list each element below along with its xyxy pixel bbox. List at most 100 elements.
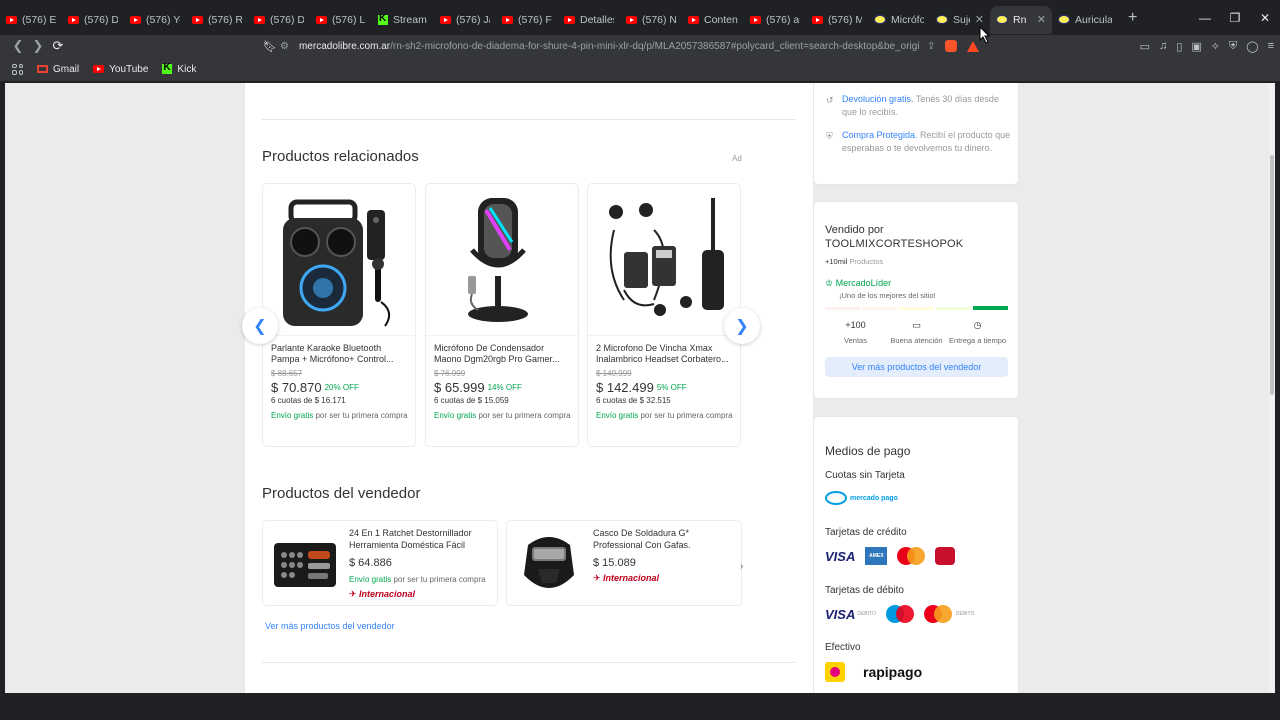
seller-more-products-button[interactable]: Ver más productos del vendedor [825,357,1008,377]
price: $ 70.870 20% OFF [271,380,359,395]
product-title[interactable]: Micrófono De Condensador Maono Dgm20rgb … [434,343,574,364]
new-tab-button[interactable]: + [1128,9,1137,27]
youtube-icon [750,15,761,24]
bookmark-icon[interactable]: 🔖︎ [263,40,277,53]
profile-icon[interactable]: ◯ [1246,40,1258,53]
carousel-prev-button[interactable]: ❮ [242,308,278,344]
product-image-welding-mask[interactable] [514,529,584,599]
installments: 6 cuotas de $ 15.059 [434,396,509,405]
cash-logos: rapipago [825,662,922,682]
mercadolider-subtitle: ¡Uno de los mejores del sitio! [839,291,936,300]
seller-product-card[interactable]: Casco De Soldadura G* Professional Con G… [506,520,742,606]
browser-tab[interactable]: (576) au [744,6,806,34]
brave-shields-icon[interactable] [945,40,958,52]
browser-tab[interactable]: (576) Yo [124,6,186,34]
scrollbar-thumb[interactable] [1270,155,1274,395]
browser-tab[interactable]: (576) DA [248,6,310,34]
discount-badge: 20% OFF [324,383,359,392]
browser-tab[interactable]: Auricula [1052,6,1118,34]
old-price: $ 88.657 [271,369,303,378]
page-scrollbar[interactable] [1269,83,1275,693]
share-icon[interactable]: ⇪ [927,41,935,52]
url-text[interactable]: mercadolibre.com.ar/rn-sh2-microfono-de-… [299,41,919,52]
browser-tab[interactable]: Rn ✕ [990,5,1052,34]
sold-by-label: Vendido por [825,224,884,236]
close-tab-icon[interactable]: ✕ [975,13,984,26]
product-image-ratchet-set[interactable] [270,529,340,599]
browser-tab[interactable]: Contenio [682,6,744,34]
seller-product-card[interactable]: 24 En 1 Ratchet Destornillador Herramien… [262,520,498,606]
close-window-icon[interactable]: ✕ [1250,11,1280,25]
shield-check-icon: ⛨ [826,131,833,141]
payment-methods-box: Medios de pago Cuotas sin Tarjeta mercad… [813,416,1019,693]
product-title[interactable]: 24 En 1 Ratchet Destornillador Herramien… [349,527,494,551]
wallet-icon[interactable]: ▣ [1191,40,1201,53]
browser-tab[interactable]: (576) Fo [496,6,558,34]
related-products-title: Productos relacionados [262,148,419,165]
payment-title: Medios de pago [825,444,911,458]
bookmark-kick[interactable]: Kick [162,62,196,75]
metric-sales: +100 Ventas [844,320,867,345]
browser-tab[interactable]: (576) DA [62,6,124,34]
visa-logo: VISA [825,548,856,564]
browser-tab[interactable]: Stream [372,6,434,34]
product-title[interactable]: Parlante Karaoke Bluetooth Pampa + Micró… [271,343,411,364]
menu-icon[interactable]: ≡ [1268,40,1274,52]
browser-tab[interactable]: Micrófo [868,6,930,34]
extensions-icon[interactable]: ✧ [1211,40,1220,53]
back-icon[interactable]: ❮ [8,38,28,54]
minimize-icon[interactable]: — [1190,11,1220,25]
youtube-icon [812,15,823,24]
browser-tab[interactable]: (576) El r [0,6,62,34]
vpn-icon[interactable]: ⛨ [1229,40,1237,53]
product-title[interactable]: Casco De Soldadura G* Professional Con G… [593,527,738,551]
media-icon[interactable]: ♫ [1159,40,1167,52]
price: $ 15.089 [593,557,636,569]
browser-tab[interactable]: (576) LE [310,6,372,34]
guarantee-protected: ⛨ Compra Protegida. Recibí el producto q… [826,130,1011,153]
seller-products-more-link[interactable]: Ver más productos del vendedor [265,621,395,631]
bookmark-youtube[interactable]: YouTube [93,64,148,75]
youtube-icon [688,15,699,24]
product-image-speaker[interactable] [263,184,415,336]
brave-rewards-icon[interactable] [967,40,980,52]
page-viewport: Productos relacionados Ad Parlante Karao… [5,83,1275,693]
browser-tab[interactable]: (576) Jav [434,6,496,34]
sidebar-icon[interactable]: ▯ [1176,40,1182,53]
youtube-icon [68,15,79,24]
product-image-microphone[interactable] [426,184,578,336]
cast-icon[interactable]: ▭ [1140,40,1150,53]
maximize-icon[interactable]: ❐ [1220,11,1250,25]
cuotas-label: Cuotas sin Tarjeta [825,470,905,481]
tab-strip: (576) El r(576) DA(576) Yo(576) Re(576) … [0,0,1280,35]
kick-icon [378,13,388,25]
browser-toolbar: ❮ ❯ ⟳ 🔖︎ ⚙ mercadolibre.com.ar/rn-sh2-mi… [0,35,1280,57]
youtube-icon [626,15,637,24]
maestro-logo [885,605,914,623]
product-title[interactable]: 2 Microfono De Vincha Xmax Inalambrico H… [596,343,736,364]
ad-label: Ad [732,154,742,163]
browser-tab[interactable]: Detalles [558,6,620,34]
seller-name[interactable]: TOOLMIXCORTESHOPOK [825,238,963,250]
guarantee-returns: ↺ Devolución gratis. Tenés 30 días desde… [826,94,999,117]
product-image-wireless-mic[interactable] [588,184,740,336]
forward-icon[interactable]: ❯ [28,38,48,54]
bookmark-gmail[interactable]: Gmail [37,64,79,75]
chevron-right-icon[interactable]: › [740,561,743,572]
apps-icon[interactable] [12,63,23,75]
product-card[interactable]: Micrófono De Condensador Maono Dgm20rgb … [425,183,579,447]
close-tab-icon[interactable]: ✕ [1037,13,1046,26]
carousel-next-button[interactable]: ❯ [724,308,760,344]
site-info-icon[interactable]: ⚙ [280,41,289,52]
seller-metrics: +100 Ventas ▭ Buena atención ◷ Entrega a… [825,320,1008,345]
product-card[interactable]: 2 Microfono De Vincha Xmax Inalambrico H… [587,183,741,447]
product-card[interactable]: Parlante Karaoke Bluetooth Pampa + Micró… [262,183,416,447]
shipping: Envío gratis por ser tu primera compra [596,411,733,420]
browser-tab[interactable]: (576) Re [186,6,248,34]
chevron-left-icon: ❮ [253,318,267,335]
youtube-icon [316,15,327,24]
browser-tab[interactable]: (576) Mi [806,6,868,34]
browser-tab[interactable]: (576) NU [620,6,682,34]
reload-icon[interactable]: ⟳ [48,38,68,54]
address-bar[interactable]: ⚙ mercadolibre.com.ar/rn-sh2-microfono-d… [280,35,1002,57]
